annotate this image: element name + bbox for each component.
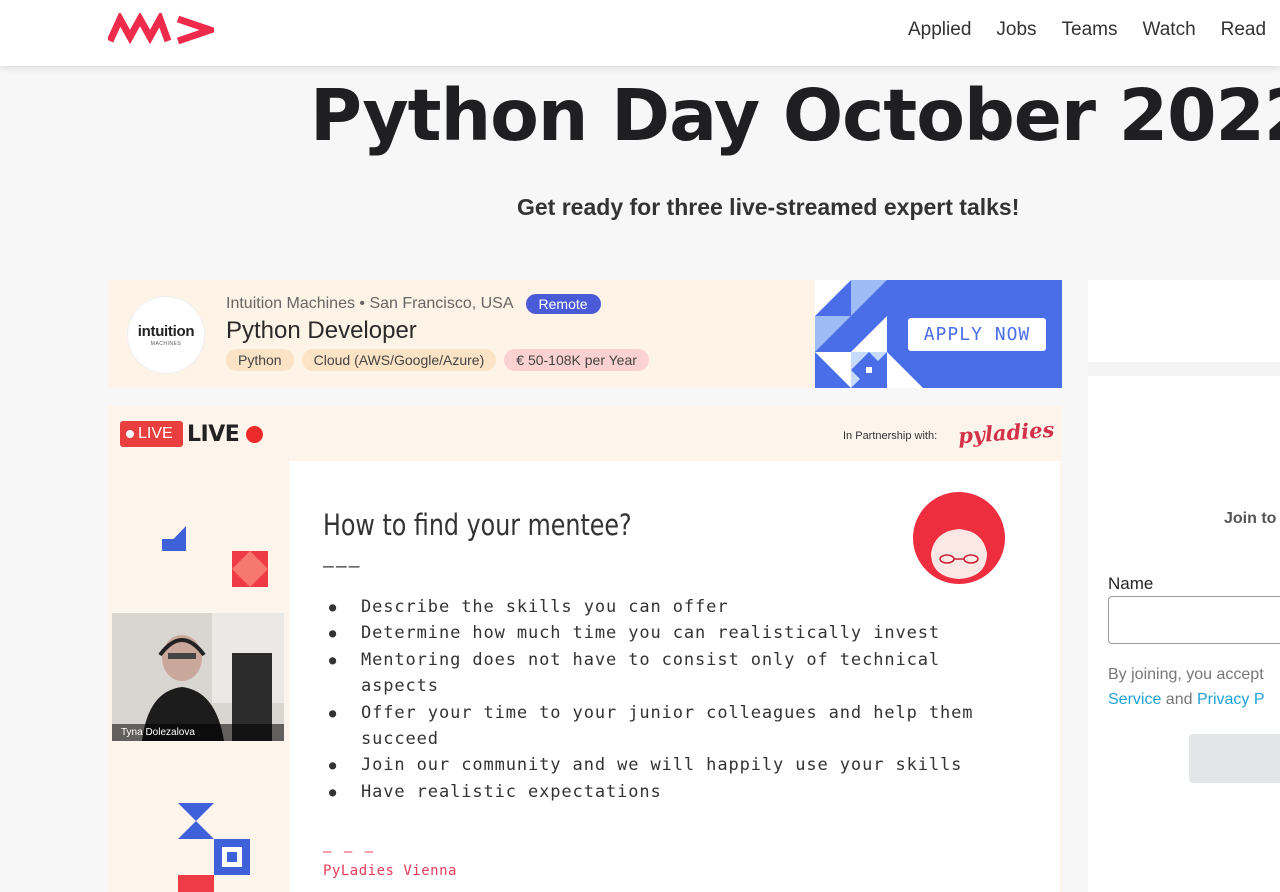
- slide-divider: ———: [323, 556, 362, 577]
- live-badge: LIVE: [120, 421, 183, 447]
- slide-title: How to find your mentee?: [323, 508, 632, 542]
- terms-line: By joining, you accept: [1108, 666, 1264, 683]
- company-location: Intuition Machines • San Francisco, USA: [226, 295, 514, 312]
- terms-text: By joining, you accept Service and Priva…: [1108, 662, 1280, 712]
- terms-and: and: [1161, 691, 1197, 708]
- nav-jobs[interactable]: Jobs: [996, 19, 1036, 41]
- brand-logo[interactable]: [108, 13, 214, 47]
- company-logo-text: intuition: [137, 323, 195, 340]
- page-subtitle: Get ready for three live-streamed expert…: [517, 194, 1020, 220]
- name-input[interactable]: [1108, 596, 1280, 644]
- terms-of-service-link[interactable]: Service: [1108, 691, 1161, 708]
- job-ad-banner[interactable]: intuition MACHINES Intuition Machines • …: [108, 280, 1062, 388]
- join-button[interactable]: [1189, 734, 1280, 783]
- main-nav: Applied Jobs Teams Watch Read: [908, 19, 1280, 41]
- pyladies-logo: pyladies: [957, 416, 1056, 449]
- company-logo: intuition MACHINES: [128, 297, 204, 373]
- live-stream-video[interactable]: LIVE LIVE In Partnership with: pyladies …: [108, 406, 1062, 892]
- live-label: LIVE: [187, 422, 240, 447]
- tag-cloud: Cloud (AWS/Google/Azure): [301, 349, 497, 371]
- speaker-camera: Tyna Dolezalova: [112, 613, 284, 741]
- slide-bullets: Describe the skills you can offer Determ…: [323, 594, 1023, 806]
- panel-divider: [1088, 362, 1280, 376]
- slide-bullet: Mentoring does not have to consist only …: [323, 647, 1023, 700]
- slide-bullet: Determine how much time you can realisti…: [323, 620, 1023, 647]
- job-meta: Intuition Machines • San Francisco, USA …: [226, 294, 601, 314]
- presentation-slide: How to find your mentee? ——— Describe th…: [289, 461, 1060, 892]
- recording-dot-icon: [246, 426, 263, 443]
- nav-read[interactable]: Read: [1221, 19, 1266, 41]
- job-title[interactable]: Python Developer: [226, 317, 417, 345]
- pyladies-avatar-icon: [913, 492, 1005, 584]
- slide-bullet: Have realistic expectations: [323, 779, 1023, 806]
- live-badge-label: LIVE: [138, 425, 173, 442]
- signup-heading: Join to: [1224, 510, 1277, 527]
- nav-watch[interactable]: Watch: [1143, 19, 1196, 41]
- apply-now-button[interactable]: APPLY NOW: [908, 318, 1046, 351]
- slide-footer: PyLadies Vienna: [323, 863, 457, 879]
- partner-label: In Partnership with:: [843, 430, 938, 442]
- slide-bullet: Offer your time to your junior colleague…: [323, 700, 1023, 753]
- live-indicator-icon: [126, 430, 134, 438]
- slide-bullet: Join our community and we will happily u…: [323, 752, 1023, 779]
- site-header: Applied Jobs Teams Watch Read: [0, 0, 1280, 66]
- nav-applied[interactable]: Applied: [908, 19, 971, 41]
- speaker-name-label: Tyna Dolezalova: [112, 724, 284, 741]
- tag-python: Python: [226, 349, 294, 371]
- slide-footer-divider: — — —: [323, 844, 376, 860]
- remote-badge: Remote: [525, 294, 601, 314]
- speaker-video-frame: [112, 613, 284, 741]
- job-tags: Python Cloud (AWS/Google/Azure) € 50-108…: [226, 349, 649, 371]
- name-label: Name: [1108, 574, 1154, 593]
- tag-salary: € 50-108K per Year: [504, 349, 649, 371]
- nav-teams[interactable]: Teams: [1062, 19, 1118, 41]
- company-logo-subtext: MACHINES: [150, 341, 182, 347]
- privacy-policy-link[interactable]: Privacy P: [1197, 691, 1265, 708]
- page-title: Python Day October 2022: [310, 74, 1280, 157]
- slide-bullet: Describe the skills you can offer: [323, 594, 1023, 621]
